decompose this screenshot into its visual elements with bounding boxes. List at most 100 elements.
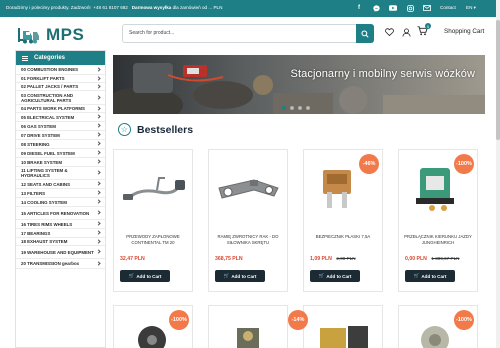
cart-label: Shopping Cart	[444, 27, 485, 35]
sidebar-category-item[interactable]: 01 FORKLIFT PARTS	[16, 75, 105, 83]
product-image	[123, 177, 185, 200]
search-bar	[122, 24, 374, 43]
search-icon	[361, 29, 369, 38]
add-to-cart-button[interactable]: 🛒 Add to Cart	[215, 270, 265, 282]
slider-dot-3[interactable]	[298, 106, 302, 110]
slider-dot-4[interactable]	[306, 106, 310, 110]
current-price: 32,47 PLN	[120, 256, 145, 262]
sidebar-category-label: 00 COMBUSTION ENGINES	[21, 67, 79, 72]
sidebar-category-item[interactable]: 00 COMBUSTION ENGINES	[16, 65, 105, 75]
sidebar-category-item[interactable]: 14 COOLING SYSTEM	[16, 198, 105, 207]
sidebar-category-item[interactable]: 19 WAREHOUSE AND EQUIPMENT	[16, 246, 105, 259]
product-card[interactable]: -100%	[398, 305, 478, 348]
contact-link[interactable]: Contact	[440, 5, 456, 10]
chevron-right-icon	[96, 190, 101, 195]
user-icon[interactable]	[401, 27, 411, 37]
product-card[interactable]: -46% BEZPIECZNIK PŁASKI 7,5A 1,09 PLN 2,…	[303, 149, 383, 292]
product-card[interactable]	[303, 305, 383, 348]
heart-icon[interactable]	[384, 27, 394, 37]
chevron-right-icon	[96, 141, 101, 146]
product-card[interactable]: RAMIĘ ZWROTNICY RAK - DO SIŁOWNIKA SKRĘT…	[208, 149, 288, 292]
cart-icon: 🛒	[318, 273, 325, 278]
product-image	[320, 326, 368, 348]
sidebar-category-item[interactable]: 15 ARTICLES FOR RENOVATION	[16, 207, 105, 220]
sidebar-category-item[interactable]: 06 GAS SYSTEM	[16, 122, 105, 131]
sidebar-category-item[interactable]: 03 CONSTRUCTION AND AGRICULTURAL PARTS	[16, 91, 105, 105]
product-name[interactable]: RAMIĘ ZWROTNICY RAK - DO SIŁOWNIKA SKRĘT…	[214, 234, 282, 245]
sidebar-category-item[interactable]: 07 DRIVE SYSTEM	[16, 131, 105, 140]
product-card[interactable]: PRZEWODY ZAPŁONOWE CONTINENTAL TM 20 32,…	[113, 149, 193, 292]
sidebar-category-label: 12 SEATS AND CABINS	[21, 181, 71, 187]
discount-badge: -14%	[288, 310, 308, 330]
sidebar-category-label: 18 EXHAUST SYSTEM	[21, 239, 68, 244]
page-scrollbar[interactable]	[496, 0, 500, 348]
sidebar-category-label: 11 LIFTING SYSTEM & HYDRAULICS	[21, 168, 68, 178]
search-input[interactable]	[129, 30, 329, 36]
sidebar-category-item[interactable]: 17 BEARINGS	[16, 229, 105, 238]
top-bar-phone[interactable]: +48 61 8107 682	[93, 5, 128, 10]
scrollbar-thumb[interactable]	[496, 20, 500, 140]
sidebar-category-item[interactable]: 20 TRANSMISSION gearbox	[16, 259, 105, 269]
sidebar-category-label: 09 DIESEL FUEL SYSTEM	[21, 150, 75, 156]
sidebar-category-item[interactable]: 12 SEATS AND CABINS	[16, 180, 105, 189]
add-to-cart-label: Add to Cart	[136, 273, 162, 279]
sidebar-category-item[interactable]: 08 STEERING	[16, 140, 105, 149]
discount-badge: -100%	[454, 310, 474, 330]
sidebar-category-item[interactable]: 16 TIRES RIMS WHEELS	[16, 220, 105, 229]
sidebar-category-item[interactable]: 11 LIFTING SYSTEM & HYDRAULICS	[16, 167, 105, 180]
instagram-icon[interactable]	[406, 4, 414, 12]
search-button[interactable]	[356, 24, 374, 43]
sidebar-category-item[interactable]: 13 FILTERS	[16, 189, 105, 198]
sidebar-category-item[interactable]: 02 PALLET JACKS / PARTS	[16, 83, 105, 91]
sidebar-category-label: 10 BRAKE SYSTEM	[21, 159, 62, 165]
top-bar: Doradzimy i polecimy produkty. Zadzwoń! …	[0, 0, 500, 17]
messenger-icon[interactable]	[372, 4, 380, 12]
sidebar-category-label: 13 FILTERS	[21, 190, 46, 196]
slider-dot-2[interactable]	[290, 106, 294, 110]
sidebar-category-item[interactable]: 10 BRAKE SYSTEM	[16, 158, 105, 167]
logo[interactable]: MPS	[17, 25, 84, 45]
categories-header[interactable]: Categories	[16, 51, 105, 65]
product-name[interactable]: PRZEWODY ZAPŁONOWE CONTINENTAL TM 20	[119, 234, 187, 245]
sidebar-category-item[interactable]: 05 ELECTRICAL SYSTEM	[16, 113, 105, 122]
current-price: 368,75 PLN	[215, 256, 243, 262]
current-price: 0,00 PLN	[405, 256, 427, 262]
sidebar-category-item[interactable]: 04 PARTS WORK PLATFORMS	[16, 105, 105, 113]
discount-badge: -100%	[169, 310, 189, 330]
mail-icon[interactable]	[423, 4, 431, 12]
sidebar-category-label: 15 ARTICLES FOR RENOVATION	[21, 210, 90, 216]
sidebar-category-item[interactable]: 18 EXHAUST SYSTEM	[16, 238, 105, 246]
sidebar-category-item[interactable]: 09 DIESEL FUEL SYSTEM	[16, 149, 105, 158]
chevron-right-icon	[96, 105, 101, 111]
chevron-right-icon	[96, 114, 101, 119]
youtube-icon[interactable]	[389, 4, 397, 12]
language-selector[interactable]: EN ▾	[466, 5, 476, 11]
chevron-down-icon: ▾	[473, 5, 476, 10]
discount-badge: -46%	[359, 154, 379, 174]
facebook-icon[interactable]: f	[355, 4, 363, 12]
top-bar-info: Doradzimy i polecimy produkty. Zadzwoń! …	[6, 5, 222, 10]
cart-button[interactable]: 0 Shopping Cart	[417, 23, 485, 36]
sidebar-category-label: 14 COOLING SYSTEM	[21, 199, 67, 205]
chevron-right-icon	[96, 150, 101, 155]
bestsellers-title: Bestsellers	[137, 123, 194, 136]
product-name[interactable]: BEZPIECZNIK PŁASKI 7,5A	[309, 234, 377, 240]
sidebar-category-label: 07 DRIVE SYSTEM	[21, 132, 60, 138]
forklift-logo-icon	[17, 27, 43, 44]
menu-icon	[22, 55, 28, 61]
product-card[interactable]	[208, 305, 288, 348]
product-name[interactable]: PRZEŁĄCZNIK KIERUNKU JAZDY JUNGHEINRICH	[404, 234, 472, 245]
add-to-cart-button[interactable]: 🛒 Add to Cart	[310, 270, 360, 282]
product-card[interactable]: -100% PRZEŁĄCZNIK KIERUNKU JAZDY JUNGHEI…	[398, 149, 478, 292]
add-to-cart-button[interactable]: 🛒 Add to Cart	[405, 270, 455, 282]
sidebar-category-label: 17 BEARINGS	[21, 230, 51, 236]
category-list: 00 COMBUSTION ENGINES 01 FORKLIFT PARTS 02…	[16, 65, 105, 269]
add-to-cart-button[interactable]: 🛒 Add to Cart	[120, 270, 170, 282]
product-image	[237, 328, 259, 348]
slider-dot-1[interactable]	[282, 106, 286, 110]
sidebar-category-label: 06 GAS SYSTEM	[21, 123, 56, 129]
product-card[interactable]: -100%	[113, 305, 193, 348]
current-price: 1,09 PLN	[310, 256, 332, 262]
chevron-right-icon	[96, 170, 101, 175]
top-bar-shipping-rest: dla zamówień od ... PLN	[172, 5, 223, 10]
